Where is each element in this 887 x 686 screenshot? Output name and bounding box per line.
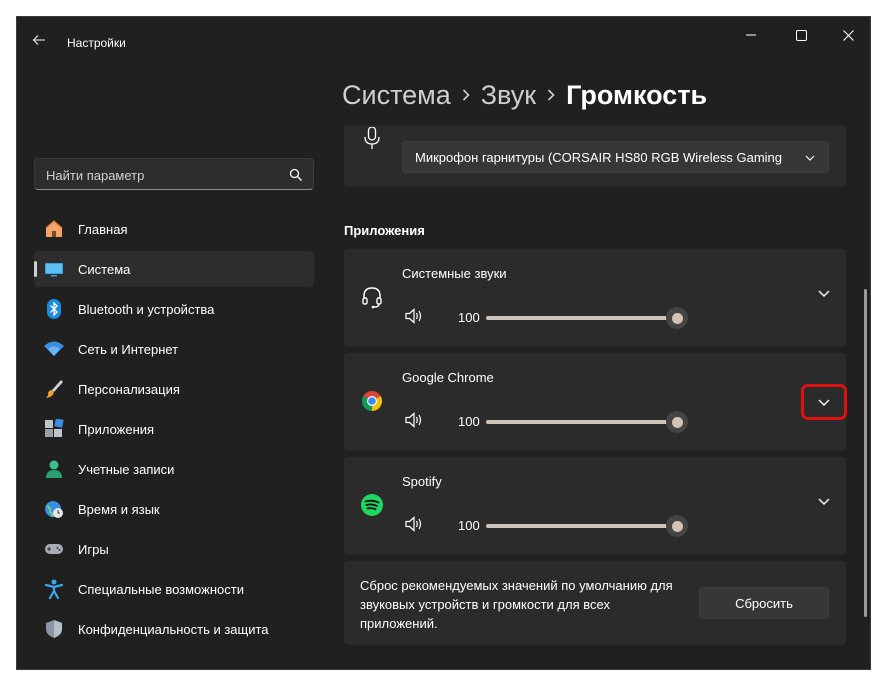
speaker-icon[interactable] <box>405 308 423 324</box>
maximize-button[interactable] <box>785 25 817 45</box>
sidebar-item-bluetooth[interactable]: Bluetooth и устройства <box>34 291 314 327</box>
volume-value: 100 <box>458 414 480 429</box>
sidebar-item-privacy[interactable]: Конфиденциальность и защита <box>34 611 314 647</box>
reset-card: Сброс рекомендуемых значений по умолчани… <box>344 561 846 645</box>
app-volume-card: Google Chrome 100 <box>344 353 847 451</box>
sidebar-item-network[interactable]: Сеть и Интернет <box>34 331 314 367</box>
gamepad-icon <box>45 544 63 554</box>
microphone-select-value: Микрофон гарнитуры (CORSAIR HS80 RGB Wir… <box>415 150 783 165</box>
app-name: Google Chrome <box>402 370 494 385</box>
volume-slider-thumb[interactable] <box>666 515 688 537</box>
globe-clock-icon <box>45 501 63 518</box>
chevron-right-icon <box>536 88 566 102</box>
volume-slider[interactable] <box>486 420 678 424</box>
sidebar-item-label: Персонализация <box>78 381 180 397</box>
sidebar-item-home[interactable]: Главная <box>34 211 314 247</box>
chevron-right-icon <box>451 88 481 102</box>
headset-icon <box>362 287 382 309</box>
sidebar-item-personalization[interactable]: Персонализация <box>34 371 314 407</box>
app-name: Spotify <box>402 474 442 489</box>
sidebar-item-label: Bluetooth и устройства <box>78 301 215 317</box>
wifi-icon <box>44 341 64 356</box>
brush-icon <box>46 380 63 398</box>
microphone-icon <box>364 127 380 149</box>
sidebar-item-accounts[interactable]: Учетные записи <box>34 451 314 487</box>
system-icon <box>45 263 63 277</box>
page-title: Громкость <box>566 79 708 110</box>
speaker-icon[interactable] <box>405 412 423 428</box>
volume-slider[interactable] <box>486 316 678 320</box>
minimize-icon <box>746 34 756 36</box>
back-button[interactable] <box>31 32 47 48</box>
sidebar-item-label: Время и язык <box>78 501 160 517</box>
spotify-icon <box>361 494 383 516</box>
app-volume-card: Системные звуки 100 <box>344 249 846 347</box>
sidebar-item-label: Сеть и Интернет <box>78 341 179 357</box>
expand-button[interactable] <box>816 285 832 301</box>
speaker-icon[interactable] <box>405 516 423 532</box>
volume-value: 100 <box>458 518 480 533</box>
volume-slider-thumb[interactable] <box>666 411 688 433</box>
search-placeholder: Найти параметр <box>46 168 145 183</box>
sidebar-item-label: Главная <box>78 221 128 237</box>
shield-icon <box>46 620 62 638</box>
sidebar-item-label: Специальные возможности <box>78 581 244 597</box>
breadcrumb-system[interactable]: Система <box>342 80 451 111</box>
chevron-down-icon <box>805 155 815 161</box>
search-icon <box>289 168 302 181</box>
sidebar-item-accessibility[interactable]: Специальные возможности <box>34 571 314 607</box>
sidebar-item-label: Конфиденциальность и защита <box>78 621 269 637</box>
accessibility-icon <box>44 579 64 599</box>
volume-slider[interactable] <box>486 524 678 528</box>
title-bar: Настройки <box>17 17 870 53</box>
apps-icon <box>45 419 64 437</box>
app-name: Системные звуки <box>402 266 507 281</box>
microphone-select[interactable]: Микрофон гарнитуры (CORSAIR HS80 RGB Wir… <box>402 141 829 173</box>
chevron-down-icon <box>818 498 830 505</box>
bluetooth-icon <box>47 299 61 319</box>
search-input[interactable]: Найти параметр <box>34 158 314 190</box>
breadcrumb: Система Звук Громкость <box>342 75 707 115</box>
maximize-icon <box>795 29 807 41</box>
back-arrow-icon <box>32 35 45 45</box>
sidebar-item-system[interactable]: Система <box>34 251 314 287</box>
sidebar-nav: Главная Система Bluetooth и устройства С… <box>34 211 314 651</box>
sidebar-item-time-language[interactable]: Время и язык <box>34 491 314 527</box>
sidebar-item-apps[interactable]: Приложения <box>34 411 314 447</box>
apps-section-title: Приложения <box>344 223 425 238</box>
microphone-card: Микрофон гарнитуры (CORSAIR HS80 RGB Wir… <box>344 125 846 187</box>
close-icon <box>842 29 854 41</box>
minimize-button[interactable] <box>735 25 767 45</box>
chevron-down-icon <box>818 290 830 297</box>
chrome-icon <box>362 391 382 411</box>
app-volume-card: Spotify 100 <box>344 457 846 555</box>
home-icon <box>45 220 63 237</box>
sidebar-item-gaming[interactable]: Игры <box>34 531 314 567</box>
sidebar-item-label: Игры <box>78 541 109 557</box>
breadcrumb-sound[interactable]: Звук <box>481 80 536 111</box>
sidebar-item-label: Приложения <box>78 421 155 437</box>
expand-button[interactable] <box>801 384 847 420</box>
scrollbar[interactable] <box>864 289 867 617</box>
expand-button[interactable] <box>816 493 832 509</box>
sidebar-item-label: Учетные записи <box>78 461 175 477</box>
reset-description: Сброс рекомендуемых значений по умолчани… <box>360 578 673 631</box>
volume-slider-thumb[interactable] <box>666 307 688 329</box>
settings-window: Настройки Система Звук Громкость Найти п… <box>16 16 871 670</box>
sidebar-item-label: Система <box>78 261 131 277</box>
close-button[interactable] <box>832 25 864 45</box>
reset-button[interactable]: Сбросить <box>699 587 829 619</box>
volume-value: 100 <box>458 310 480 325</box>
chevron-down-icon <box>818 399 830 406</box>
app-title: Настройки <box>67 36 126 50</box>
person-icon <box>46 460 62 478</box>
